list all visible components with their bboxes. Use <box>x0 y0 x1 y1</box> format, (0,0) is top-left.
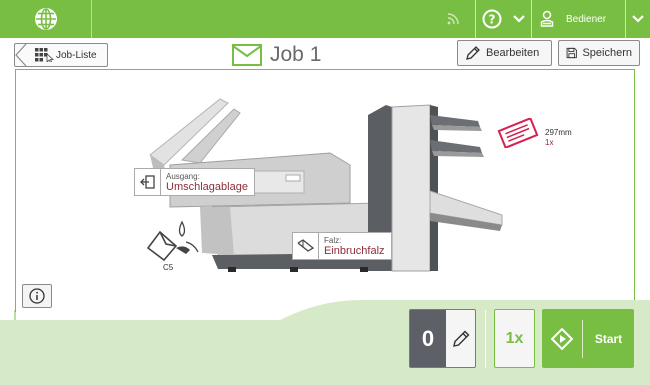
fold-key: Falz: <box>324 235 342 245</box>
connection-status <box>435 0 470 38</box>
quantity-button[interactable]: 1x <box>494 309 535 368</box>
fold-icon <box>297 239 314 252</box>
pencil-icon <box>466 46 480 60</box>
output-icon-wrap <box>135 169 161 195</box>
help-button[interactable]: ? <box>475 0 507 38</box>
job-list-button[interactable]: Job-Liste <box>14 43 108 67</box>
pencil-icon <box>452 330 469 347</box>
counter-value: 0 <box>410 310 446 367</box>
user-menu[interactable]: Bediener <box>531 0 625 38</box>
exit-tray-icon <box>139 175 155 189</box>
output-key: Ausgang: <box>166 171 200 181</box>
chevron-down-icon <box>632 15 644 23</box>
output-value: Umschlagablage <box>166 180 248 193</box>
save-label: Speichern <box>582 47 632 59</box>
output-label[interactable]: Ausgang: Umschlagablage <box>134 168 255 196</box>
rss-icon <box>447 13 459 25</box>
help-icon: ? <box>482 9 501 29</box>
divider <box>485 310 486 368</box>
envelope-seal-icon <box>146 220 199 262</box>
svg-text:?: ? <box>488 13 495 27</box>
title-row: Job-Liste Job 1 Bearbeiten Speichern <box>0 38 650 70</box>
user-dropdown[interactable] <box>625 0 650 38</box>
fold-label[interactable]: Falz: Einbruchfalz <box>292 232 392 260</box>
top-bar: ? Bediener <box>0 0 650 38</box>
help-dropdown[interactable] <box>507 0 531 38</box>
start-label: Start <box>594 331 623 346</box>
job-list-label: Job-Liste <box>56 49 97 61</box>
globe-icon <box>34 8 57 30</box>
user-label: Bediener <box>566 13 607 25</box>
edit-label: Bearbeiten <box>486 47 540 59</box>
envelope-icon <box>232 44 262 66</box>
user-icon <box>540 10 554 27</box>
save-button[interactable]: Speichern <box>558 40 640 66</box>
start-button[interactable]: Start <box>542 309 634 368</box>
document-count: 1x <box>545 138 554 147</box>
piece-counter[interactable]: 0 <box>409 309 476 368</box>
start-icon <box>551 327 573 350</box>
chevron-down-icon <box>513 15 525 23</box>
edit-button[interactable]: Bearbeiten <box>457 40 552 66</box>
document-icon <box>497 118 539 148</box>
reset-counter-button[interactable] <box>446 310 475 367</box>
job-title-text: Job 1 <box>270 43 322 66</box>
fold-icon-wrap <box>293 233 319 259</box>
save-icon <box>566 47 577 59</box>
page-title: Job 1 <box>232 41 321 69</box>
job-list-icon <box>35 48 55 62</box>
document-size: 297mm <box>545 128 572 137</box>
back-arrow-icon <box>15 43 27 67</box>
fold-value: Einbruchfalz <box>324 244 385 257</box>
envelope-size: C5 <box>163 263 174 272</box>
language-button[interactable] <box>0 0 92 38</box>
